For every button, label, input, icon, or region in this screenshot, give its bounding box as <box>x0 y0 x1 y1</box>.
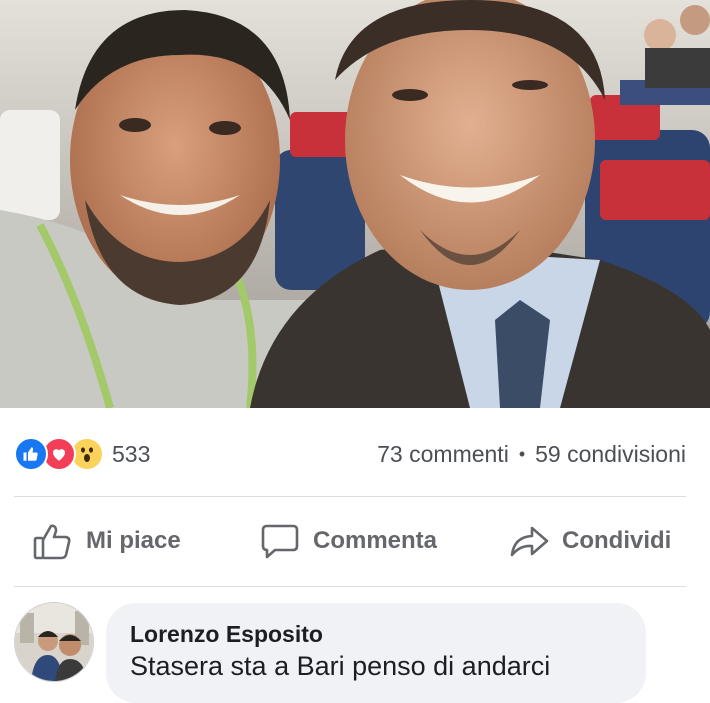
comment-label: Commenta <box>313 527 438 554</box>
stats-separator: • <box>518 443 526 464</box>
share-label: Condividi <box>562 527 672 554</box>
post-stats: 73 commenti • 59 condivisioni <box>377 436 686 472</box>
reactions-summary[interactable]: 533 <box>14 436 150 472</box>
reaction-count: 533 <box>112 440 151 467</box>
comments-count[interactable]: 73 commenti <box>377 441 509 468</box>
post-actions: Mi piace Commenta Condividi <box>0 515 710 567</box>
divider <box>14 586 686 587</box>
commenter-avatar[interactable] <box>14 602 94 682</box>
comment-author[interactable]: Lorenzo Esposito <box>130 621 323 648</box>
thumbs-up-icon <box>33 524 71 560</box>
share-button[interactable]: Condividi <box>508 515 671 567</box>
share-arrow-icon <box>510 526 549 557</box>
like-label: Mi piace <box>86 527 181 554</box>
divider <box>14 496 686 497</box>
comment-button[interactable]: Commenta <box>259 515 437 567</box>
comment-bubble[interactable]: Lorenzo Esposito Stasera sta a Bari pens… <box>106 603 646 703</box>
comment-icon <box>261 524 299 559</box>
like-button[interactable]: Mi piace <box>32 515 181 567</box>
like-icon <box>14 437 48 471</box>
post-photo[interactable] <box>0 0 710 408</box>
comment-text: Stasera sta a Bari penso di andarci <box>130 651 551 681</box>
shares-count[interactable]: 59 condivisioni <box>535 441 686 468</box>
